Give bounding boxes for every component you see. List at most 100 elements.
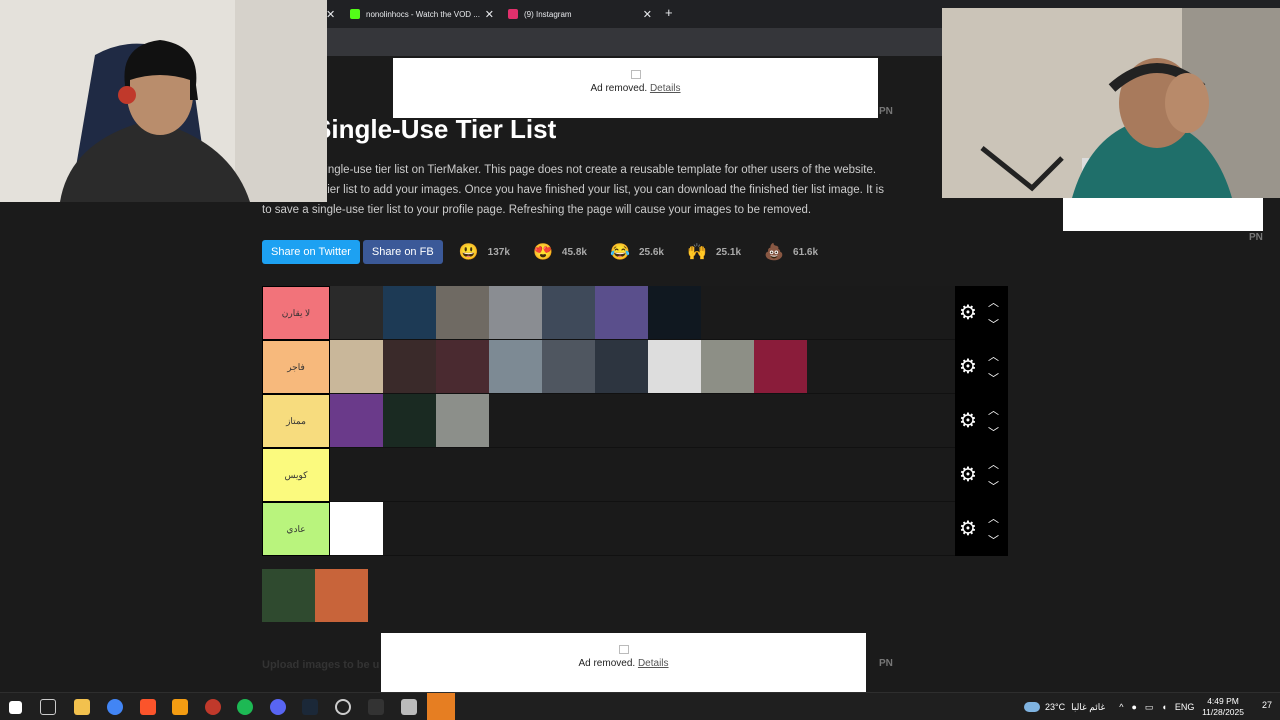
- tab-kick[interactable]: nonolinhocs - Watch the VOD ... ✕: [350, 0, 494, 28]
- tier-item-image[interactable]: [701, 340, 754, 393]
- chevron-down-icon[interactable]: ﹀: [988, 532, 999, 548]
- notification-count: 27: [1261, 700, 1272, 710]
- obs-icon[interactable]: [335, 699, 351, 715]
- windows-start-icon[interactable]: [9, 701, 22, 714]
- gear-icon[interactable]: ⚙: [959, 519, 977, 539]
- reaction-heart-eyes[interactable]: 😍 45.8k: [532, 241, 587, 263]
- tier-item-image[interactable]: [383, 394, 436, 447]
- reaction-poop[interactable]: 💩 61.6k: [763, 241, 818, 263]
- spotify-icon[interactable]: [237, 699, 253, 715]
- weather-temp[interactable]: 23°C: [1045, 702, 1065, 712]
- app-icon-active[interactable]: [427, 693, 455, 720]
- tier-items: [330, 448, 955, 501]
- app-icon[interactable]: [205, 699, 221, 715]
- image-pool: [262, 569, 368, 622]
- tier-item-image[interactable]: [489, 286, 542, 339]
- tab-instagram[interactable]: (9) Instagram ✕: [508, 0, 652, 28]
- chevron-down-icon[interactable]: ﹀: [988, 370, 999, 386]
- tier-item-image[interactable]: [542, 340, 595, 393]
- tier-items: [330, 340, 955, 393]
- share-fb-button[interactable]: Share on FB: [362, 240, 443, 264]
- tier-item-image[interactable]: [330, 286, 383, 339]
- discord-icon[interactable]: [270, 699, 286, 715]
- chevron-up-icon[interactable]: ︿: [988, 510, 999, 526]
- file-explorer-icon[interactable]: [74, 699, 90, 715]
- ad-details-link[interactable]: Details: [638, 658, 669, 669]
- reaction-count: 45.8k: [561, 246, 587, 258]
- chevron-up-icon[interactable]: ︿: [988, 294, 999, 310]
- tray-chevron-icon[interactable]: ^: [1119, 702, 1123, 712]
- tier-item-image[interactable]: [436, 340, 489, 393]
- pn-label: PN: [879, 106, 893, 117]
- chevron-up-icon[interactable]: ︿: [988, 402, 999, 418]
- network-icon[interactable]: ▭: [1145, 702, 1154, 713]
- app-icon[interactable]: [401, 699, 417, 715]
- tier-item-image[interactable]: [648, 340, 701, 393]
- ad-removed-text: Ad removed.: [578, 658, 636, 669]
- chrome-icon[interactable]: [107, 699, 123, 715]
- weather-text[interactable]: غائم غالبا: [1071, 702, 1105, 713]
- windows-taskbar: 23°C غائم غالبا ^ ● ▭ ◖ ENG 4:49 PM 11/2…: [0, 692, 1280, 720]
- microphone-icon[interactable]: ●: [1131, 702, 1136, 712]
- gear-icon[interactable]: ⚙: [959, 411, 977, 431]
- upload-heading: Upload images to be u: [262, 659, 380, 671]
- share-twitter-button[interactable]: Share on Twitter: [262, 240, 360, 264]
- tier-label[interactable]: كويس: [262, 448, 330, 502]
- ad-details-link[interactable]: Details: [650, 83, 681, 94]
- pool-item-image[interactable]: [262, 569, 315, 622]
- tier-item-image[interactable]: [436, 286, 489, 339]
- brave-icon[interactable]: [140, 699, 156, 715]
- app-icon[interactable]: [368, 699, 384, 715]
- system-tray: 23°C غائم غالبا ^ ● ▭ ◖ ENG: [1024, 693, 1194, 720]
- weather-icon[interactable]: [1024, 702, 1040, 712]
- reaction-count: 25.1k: [715, 246, 742, 258]
- volume-icon[interactable]: ◖: [1161, 702, 1166, 712]
- app-icon[interactable]: [172, 699, 188, 715]
- language-indicator[interactable]: ENG: [1175, 702, 1195, 712]
- tier-item-image[interactable]: [595, 286, 648, 339]
- tier-item-image[interactable]: [436, 394, 489, 447]
- tier-label[interactable]: عادي: [262, 502, 330, 556]
- clock[interactable]: 4:49 PM 11/28/2025: [1202, 696, 1244, 718]
- poop-icon: 💩: [764, 244, 784, 261]
- tab-close-icon[interactable]: ✕: [643, 8, 652, 21]
- tier-item-image[interactable]: [648, 286, 701, 339]
- tier-row: عادي ⚙ ︿ ﹀: [262, 502, 1008, 556]
- tier-label[interactable]: فاجر: [262, 340, 330, 394]
- tier-item-image[interactable]: [489, 340, 542, 393]
- gear-icon[interactable]: ⚙: [959, 357, 977, 377]
- task-view-icon[interactable]: [40, 699, 56, 715]
- ad-banner-right: [1063, 198, 1263, 231]
- chevron-up-icon[interactable]: ︿: [988, 456, 999, 472]
- tab-close-icon[interactable]: ✕: [326, 0, 336, 28]
- reaction-laughing[interactable]: 😂 25.6k: [609, 241, 664, 263]
- chevron-down-icon[interactable]: ﹀: [988, 424, 999, 440]
- tier-controls: ⚙ ︿ ﹀: [955, 340, 1008, 394]
- tier-item-image[interactable]: [383, 340, 436, 393]
- tier-item-image[interactable]: [754, 340, 807, 393]
- notification-icon[interactable]: 27: [1262, 700, 1272, 710]
- reaction-raised-hands[interactable]: 🙌 25.1k: [686, 241, 741, 263]
- chevron-down-icon[interactable]: ﹀: [988, 316, 999, 332]
- tab-close-icon[interactable]: ✕: [485, 8, 494, 21]
- gear-icon[interactable]: ⚙: [959, 465, 977, 485]
- tier-label[interactable]: لا يقارن: [262, 286, 330, 340]
- tier-item-image[interactable]: [595, 340, 648, 393]
- tier-item-image[interactable]: [330, 502, 383, 555]
- new-tab-button[interactable]: +: [665, 5, 673, 20]
- tier-item-image[interactable]: [542, 286, 595, 339]
- chevron-down-icon[interactable]: ﹀: [988, 478, 999, 494]
- tier-controls: ⚙ ︿ ﹀: [955, 448, 1008, 502]
- reaction-grinning[interactable]: 😃 137k: [458, 241, 510, 263]
- tier-items: [330, 394, 955, 447]
- tier-item-image[interactable]: [330, 340, 383, 393]
- chevron-up-icon[interactable]: ︿: [988, 348, 999, 364]
- tier-label[interactable]: ممتاز: [262, 394, 330, 448]
- pool-item-image[interactable]: [315, 569, 368, 622]
- gear-icon[interactable]: ⚙: [959, 303, 977, 323]
- tier-item-image[interactable]: [330, 394, 383, 447]
- webcam-left: [0, 0, 327, 202]
- heart-eyes-icon: 😍: [532, 244, 553, 261]
- tier-item-image[interactable]: [383, 286, 436, 339]
- steam-icon[interactable]: [302, 699, 318, 715]
